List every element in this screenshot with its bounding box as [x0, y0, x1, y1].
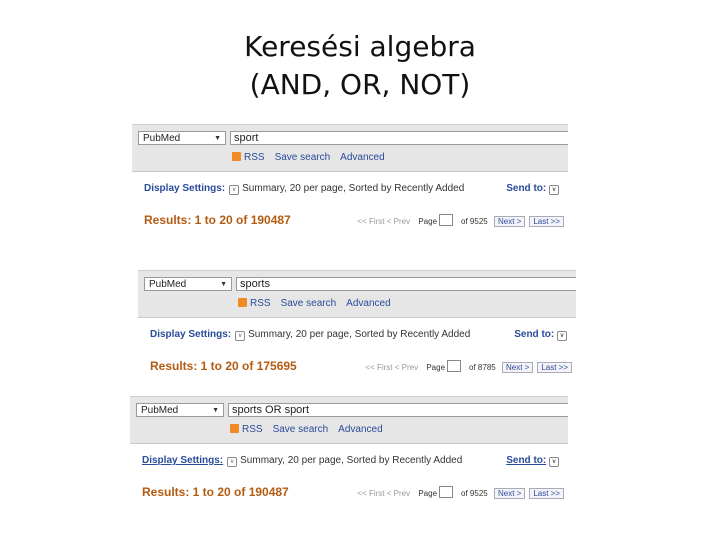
results-count: Results: 1 to 20 of 175695	[150, 359, 297, 373]
database-select[interactable]: PubMed ▼	[136, 403, 224, 417]
send-to[interactable]: Send to: v	[514, 329, 570, 341]
page-input[interactable]	[439, 486, 454, 498]
prev-link[interactable]: < Prev	[387, 489, 410, 498]
page-total: of 9525	[461, 489, 488, 498]
advanced-link[interactable]: Advanced	[340, 152, 384, 163]
search-input[interactable]: sports	[236, 277, 576, 291]
send-to-label: Send to:	[506, 455, 547, 466]
display-settings-link[interactable]: Display Settings:	[150, 329, 231, 340]
database-select[interactable]: PubMed ▼	[138, 131, 226, 145]
rss-link[interactable]: RSS	[242, 424, 263, 435]
page-total: of 9525	[461, 217, 488, 226]
rss-link[interactable]: RSS	[244, 152, 265, 163]
search-links: RSS Save search Advanced	[230, 424, 393, 435]
display-settings: Display Settings: v Summary, 20 per page, …	[144, 183, 464, 195]
search-bar: PubMed ▼ sports OR sport RSS Save search A…	[130, 396, 568, 444]
chevron-down-icon[interactable]: v	[229, 185, 240, 195]
pager: << First < Prev Page of 9525 Next > Last >…	[357, 214, 564, 227]
search-links: RSS Save search Advanced	[232, 152, 395, 163]
pager: << First < Prev Page of 8785 Next > Last >…	[365, 360, 572, 373]
advanced-link[interactable]: Advanced	[346, 298, 390, 309]
search-panel-3: PubMed ▼ sports OR sport RSS Save search A…	[130, 396, 568, 508]
first-link[interactable]: << First	[357, 217, 384, 226]
send-to[interactable]: Send to: v	[506, 183, 562, 195]
pager: << First < Prev Page of 9525 Next > Last >…	[357, 486, 564, 499]
display-settings-value: Summary, 20 per page, Sorted by Recently…	[242, 183, 465, 194]
database-select-value: PubMed	[149, 279, 187, 290]
results-count: Results: 1 to 20 of 190487	[144, 213, 291, 227]
save-search-link[interactable]: Save search	[281, 298, 337, 309]
page-input[interactable]	[447, 360, 462, 372]
page-label: Page	[426, 363, 446, 372]
search-bar: PubMed ▼ sports RSS Save search Advanced	[138, 270, 576, 318]
rss-icon[interactable]	[230, 424, 239, 433]
slide-title: Keresési algebra (AND, OR, NOT)	[0, 28, 720, 104]
chevron-down-icon: v	[549, 457, 559, 467]
send-to[interactable]: Send to: v	[506, 455, 562, 467]
results-count: Results: 1 to 20 of 190487	[142, 485, 289, 499]
slide-title-line1: Keresési algebra	[244, 30, 476, 63]
last-button[interactable]: Last >>	[529, 216, 564, 227]
chevron-down-icon: ▼	[220, 281, 227, 288]
rss-icon[interactable]	[238, 298, 247, 307]
search-bar: PubMed ▼ sport RSS Save search Advanced	[132, 124, 568, 172]
page-input[interactable]	[439, 214, 454, 226]
last-button[interactable]: Last >>	[529, 488, 564, 499]
page-label: Page	[418, 489, 438, 498]
display-settings-link[interactable]: Display Settings:	[142, 455, 223, 466]
page-total: of 8785	[469, 363, 496, 372]
prev-link[interactable]: < Prev	[387, 217, 410, 226]
search-input[interactable]: sports OR sport	[228, 403, 568, 417]
page-label: Page	[418, 217, 438, 226]
search-input[interactable]: sport	[230, 131, 568, 145]
chevron-down-icon[interactable]: v	[235, 331, 246, 341]
save-search-link[interactable]: Save search	[275, 152, 331, 163]
chevron-down-icon[interactable]: v	[227, 457, 238, 467]
database-select-value: PubMed	[143, 133, 181, 144]
send-to-label: Send to:	[506, 183, 547, 194]
first-link[interactable]: << First	[365, 363, 392, 372]
display-settings-link[interactable]: Display Settings:	[144, 183, 225, 194]
prev-link[interactable]: < Prev	[395, 363, 418, 372]
search-panel-2: PubMed ▼ sports RSS Save search Advanced D…	[138, 270, 576, 382]
display-settings-value: Summary, 20 per page, Sorted by Recently…	[248, 329, 471, 340]
search-links: RSS Save search Advanced	[238, 298, 401, 309]
display-settings: Display Settings: v Summary, 20 per page, …	[142, 455, 462, 467]
next-button[interactable]: Next >	[493, 216, 526, 227]
first-link[interactable]: << First	[357, 489, 384, 498]
chevron-down-icon: v	[557, 331, 567, 341]
next-button[interactable]: Next >	[493, 488, 526, 499]
last-button[interactable]: Last >>	[537, 362, 572, 373]
rss-icon[interactable]	[232, 152, 241, 161]
chevron-down-icon: ▼	[214, 135, 221, 142]
database-select-value: PubMed	[141, 405, 179, 416]
next-button[interactable]: Next >	[501, 362, 534, 373]
chevron-down-icon: v	[549, 185, 559, 195]
database-select[interactable]: PubMed ▼	[144, 277, 232, 291]
display-settings-value: Summary, 20 per page, Sorted by Recently…	[240, 455, 463, 466]
display-settings: Display Settings: v Summary, 20 per page, …	[150, 329, 470, 341]
chevron-down-icon: ▼	[212, 407, 219, 414]
slide-title-line2: (AND, OR, NOT)	[249, 68, 471, 101]
rss-link[interactable]: RSS	[250, 298, 271, 309]
advanced-link[interactable]: Advanced	[338, 424, 382, 435]
save-search-link[interactable]: Save search	[273, 424, 329, 435]
send-to-label: Send to:	[514, 329, 555, 340]
search-panel-1: PubMed ▼ sport RSS Save search Advanced Di…	[132, 124, 568, 236]
